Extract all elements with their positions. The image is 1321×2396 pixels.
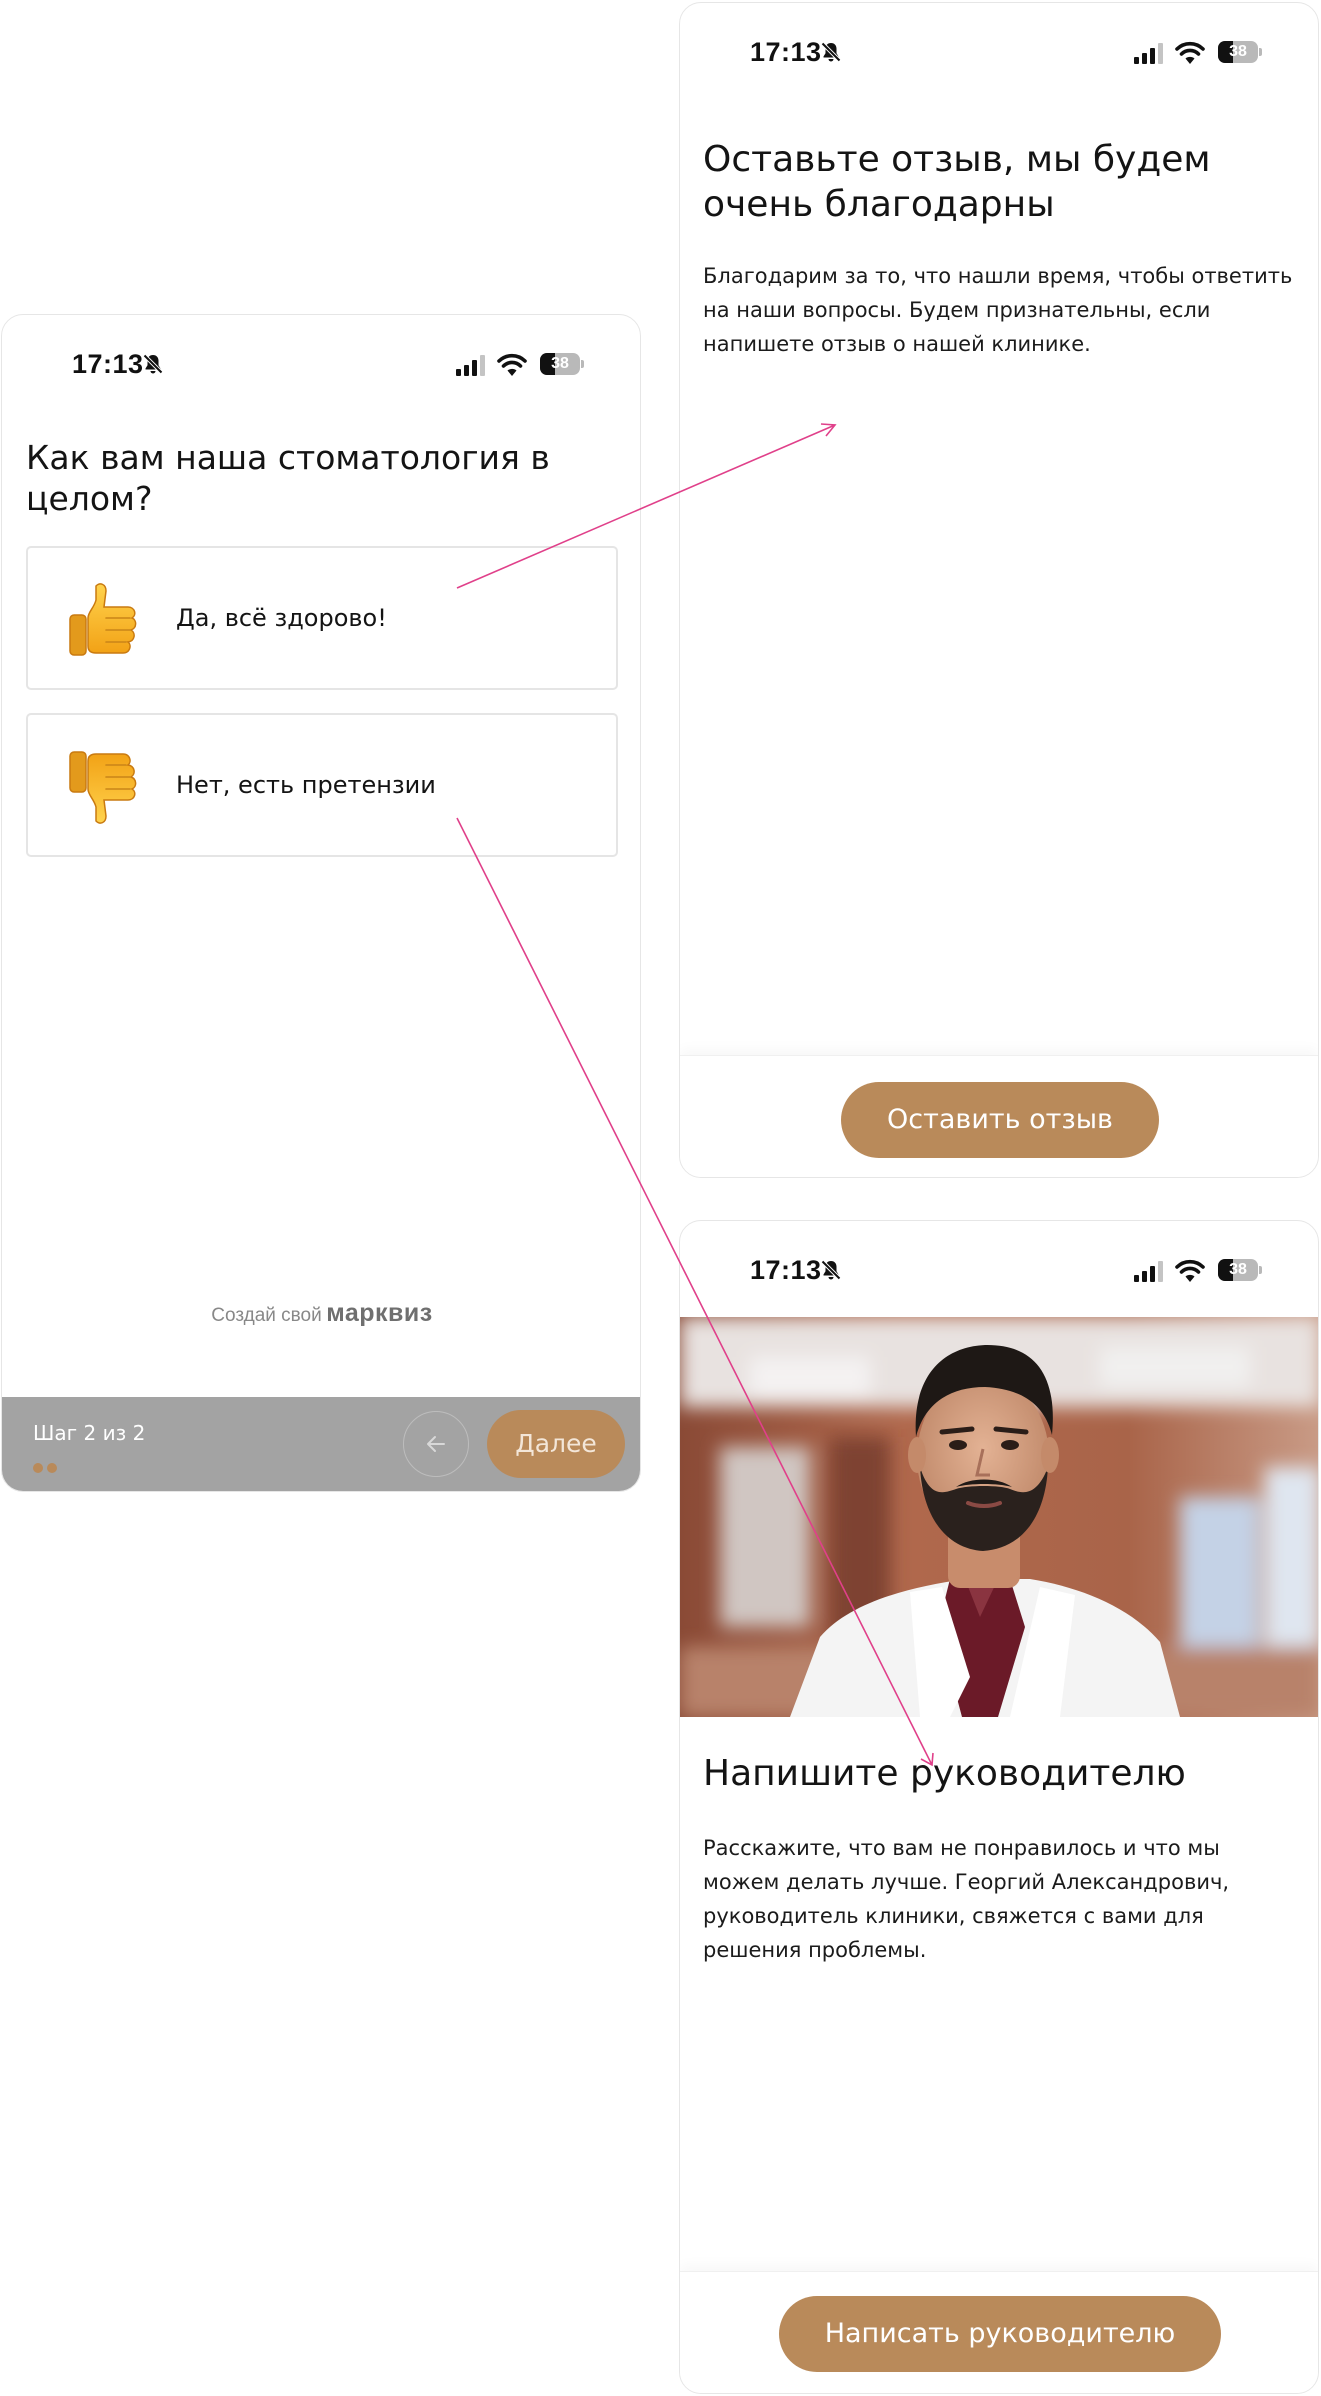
thumbs-up-icon bbox=[69, 583, 137, 656]
status-time: 17:13 bbox=[750, 37, 822, 67]
branding-link[interactable]: Создай свой марквиз bbox=[2, 1299, 640, 1328]
step-counter: Шаг 2 из 2 bbox=[33, 1421, 146, 1445]
battery-icon: 38 bbox=[1218, 1259, 1262, 1281]
manager-text: Расскажите, что вам не понравилось и что… bbox=[703, 1836, 1230, 1962]
battery-icon: 38 bbox=[540, 353, 584, 375]
review-button-bar: Оставить отзыв bbox=[680, 1055, 1318, 1177]
question-title: Как вам наша стоматология в целом? bbox=[26, 438, 550, 518]
branding-prefix: Создай свой bbox=[211, 1305, 322, 1326]
option-yes-label: Да, всё здорово! bbox=[176, 604, 387, 632]
review-screen: 17:13 38 Оставьте отзыв, мы будем очень … bbox=[679, 2, 1319, 1178]
write-manager-button[interactable]: Написать руководителю bbox=[779, 2296, 1221, 2372]
review-text: Благодарим за то, что нашли время, чтобы… bbox=[703, 264, 1293, 356]
status-time: 17:13 bbox=[750, 1255, 822, 1285]
leave-review-button[interactable]: Оставить отзыв bbox=[841, 1082, 1159, 1158]
wifi-icon bbox=[497, 353, 527, 376]
status-time: 17:13 bbox=[72, 349, 144, 379]
manager-photo bbox=[680, 1317, 1318, 1717]
manager-screen: 17:13 38 Напишите руководителю Расскажит… bbox=[679, 1220, 1319, 2394]
thumbs-down-icon bbox=[69, 751, 137, 824]
status-bar: 17:13 38 bbox=[680, 1221, 1318, 1321]
review-title: Оставьте отзыв, мы будем очень благодарн… bbox=[703, 139, 1211, 225]
branding-logo: марквиз bbox=[326, 1299, 433, 1327]
signal-icon bbox=[1134, 43, 1163, 64]
manager-button-bar: Написать руководителю bbox=[680, 2271, 1318, 2393]
bell-muted-icon bbox=[143, 354, 163, 374]
status-bar: 17:13 38 bbox=[2, 315, 640, 415]
bell-muted-icon bbox=[821, 1260, 841, 1280]
option-no-label: Нет, есть претензии bbox=[176, 771, 436, 799]
quiz-footer: Шаг 2 из 2 Далее bbox=[2, 1397, 640, 1491]
arrow-left-icon bbox=[427, 1436, 445, 1452]
option-no[interactable]: Нет, есть претензии bbox=[26, 713, 618, 857]
battery-icon: 38 bbox=[1218, 41, 1262, 63]
wifi-icon bbox=[1175, 41, 1205, 64]
next-button[interactable]: Далее bbox=[487, 1410, 625, 1478]
manager-title: Напишите руководителю bbox=[703, 1753, 1186, 1794]
wifi-icon bbox=[1175, 1259, 1205, 1282]
bell-muted-icon bbox=[821, 42, 841, 62]
question-screen: 17:13 38 Как вам наша стоматология в цел… bbox=[1, 314, 641, 1492]
signal-icon bbox=[456, 355, 485, 376]
step-dots bbox=[33, 1458, 61, 1477]
back-button[interactable] bbox=[403, 1411, 469, 1477]
status-bar: 17:13 38 bbox=[680, 3, 1318, 103]
option-yes[interactable]: Да, всё здорово! bbox=[26, 546, 618, 690]
signal-icon bbox=[1134, 1261, 1163, 1282]
